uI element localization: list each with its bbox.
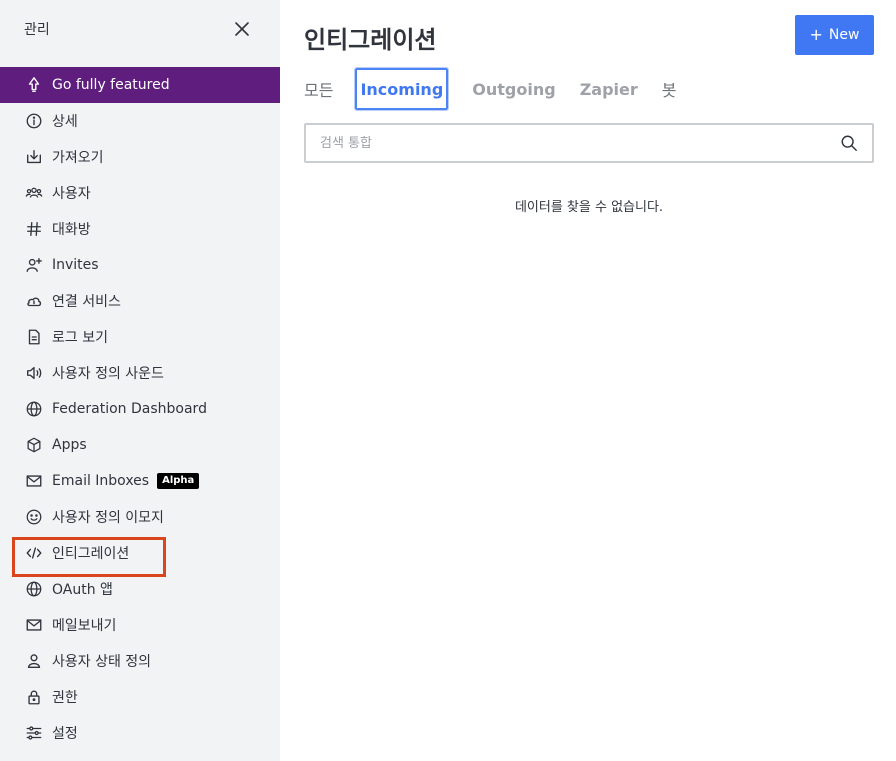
tab-outgoing[interactable]: Outgoing — [472, 68, 555, 110]
sidebar-item-label: OAuth 앱 — [52, 582, 113, 598]
empty-state-message: 데이터를 찾을 수 없습니다. — [514, 200, 664, 215]
tab-incoming[interactable]: Incoming — [354, 67, 450, 111]
sidebar-item-label: Federation Dashboard — [52, 401, 207, 417]
info-icon — [24, 111, 44, 131]
sidebar-item-go-fully-featured[interactable]: Go fully featured — [0, 67, 280, 103]
sidebar-item-integrations[interactable]: 인티그레이션 — [0, 535, 280, 577]
admin-sidebar: 관리 Go fully featured 상세 가져오기 사용자 대화방 Inv… — [0, 0, 280, 761]
sidebar-item-label: 대화방 — [52, 222, 91, 238]
sidebar-item-label: 사용자 상태 정의 — [52, 654, 152, 670]
sidebar-item-label: 사용자 정의 이모지 — [52, 510, 164, 526]
sidebar-item-label: Email Inboxes — [52, 473, 150, 489]
sidebar-item-label: Invites — [52, 257, 99, 273]
sidebar-item-mailer[interactable]: 메일보내기 — [0, 607, 280, 643]
sidebar-item-label: 가져오기 — [52, 150, 104, 166]
globe-icon — [24, 399, 44, 419]
integration-tabs: 모든 Incoming Outgoing Zapier 봇 — [304, 67, 701, 111]
sidebar-item-oauth-apps[interactable]: OAuth 앱 — [0, 571, 280, 607]
tab-bots[interactable]: 봇 — [662, 68, 677, 110]
sidebar-item-permissions[interactable]: 권한 — [0, 679, 280, 715]
sidebar-item-custom-emoji[interactable]: 사용자 정의 이모지 — [0, 499, 280, 535]
new-integration-button[interactable]: + New — [795, 15, 874, 55]
sidebar-item-invites[interactable]: Invites — [0, 247, 280, 283]
emoji-icon — [24, 507, 44, 527]
sidebar-item-label: 권한 — [52, 690, 78, 706]
search-input[interactable] — [320, 135, 820, 151]
sidebar-item-label: 설정 — [52, 726, 78, 742]
sidebar-item-info[interactable]: 상세 — [0, 103, 280, 139]
sidebar-item-label: 로그 보기 — [52, 330, 108, 346]
mail-icon — [24, 615, 44, 635]
cloud-connect-icon — [24, 291, 44, 311]
mail-icon — [24, 471, 44, 491]
sidebar-header: 관리 — [0, 0, 280, 58]
sidebar-item-label: 메일보내기 — [52, 618, 117, 634]
close-icon[interactable] — [232, 19, 252, 39]
team-icon — [24, 183, 44, 203]
sidebar-item-rooms[interactable]: 대화방 — [0, 211, 280, 247]
sidebar-item-label: 상세 — [52, 114, 78, 130]
sidebar-item-email-inboxes[interactable]: Email Inboxes Alpha — [0, 463, 280, 499]
tab-all[interactable]: 모든 — [304, 68, 333, 110]
plus-icon: + — [809, 25, 823, 44]
sidebar-item-label: 사용자 정의 사운드 — [52, 366, 164, 382]
sidebar-item-custom-sounds[interactable]: 사용자 정의 사운드 — [0, 355, 280, 391]
sidebar-item-connected-services[interactable]: 연결 서비스 — [0, 283, 280, 319]
globe-icon — [24, 579, 44, 599]
sidebar-item-label: Apps — [52, 437, 87, 453]
sidebar-item-custom-user-status[interactable]: 사용자 상태 정의 — [0, 643, 280, 679]
sidebar-item-federation-dashboard[interactable]: Federation Dashboard — [0, 391, 280, 427]
alpha-badge: Alpha — [157, 473, 200, 489]
sidebar-item-label: 연결 서비스 — [52, 294, 121, 310]
hashtag-icon — [24, 219, 44, 239]
volume-icon — [24, 363, 44, 383]
user-plus-icon — [24, 255, 44, 275]
sidebar-item-label: 사용자 — [52, 186, 91, 202]
sidebar-item-import[interactable]: 가져오기 — [0, 139, 280, 175]
cube-icon — [24, 435, 44, 455]
tab-zapier[interactable]: Zapier — [580, 68, 638, 110]
import-icon — [24, 147, 44, 167]
sidebar-item-label: 인티그레이션 — [52, 546, 130, 562]
sidebar-item-label: Go fully featured — [52, 77, 170, 93]
integrations-page: 인티그레이션 + New 모든 Incoming Outgoing Zapier… — [280, 0, 896, 761]
search-icon[interactable] — [840, 134, 858, 152]
code-icon — [24, 543, 44, 563]
new-button-label: New — [828, 27, 860, 43]
sidebar-item-settings[interactable]: 설정 — [0, 715, 280, 751]
rocket-icon — [24, 75, 44, 95]
document-icon — [24, 327, 44, 347]
lock-icon — [24, 687, 44, 707]
sidebar-nav: Go fully featured 상세 가져오기 사용자 대화방 Invite… — [0, 67, 280, 751]
customize-icon — [24, 723, 44, 743]
sidebar-item-view-logs[interactable]: 로그 보기 — [0, 319, 280, 355]
user-icon — [24, 651, 44, 671]
sidebar-item-users[interactable]: 사용자 — [0, 175, 280, 211]
search-box — [304, 123, 874, 163]
sidebar-item-apps[interactable]: Apps — [0, 427, 280, 463]
page-title: 인티그레이션 — [304, 26, 437, 54]
sidebar-title: 관리 — [24, 22, 50, 38]
